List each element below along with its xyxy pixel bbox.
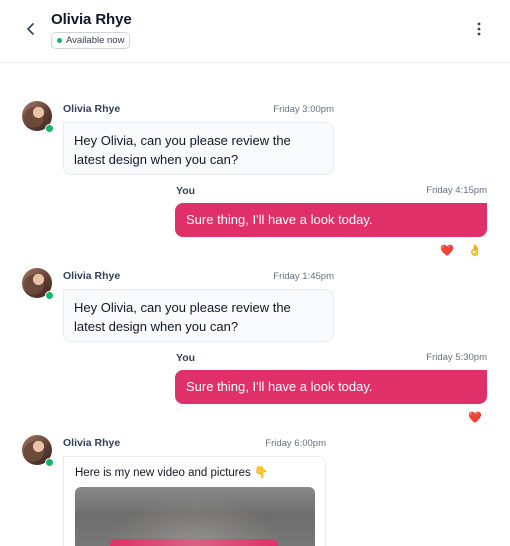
online-indicator-icon <box>45 124 54 133</box>
message-time: Friday 1:45pm <box>273 271 334 282</box>
message-sender: Olivia Rhye <box>63 437 121 449</box>
reaction-heart[interactable]: ❤️ <box>439 244 455 260</box>
media-message-text: Here is my new video and pictures 👇 <box>75 467 269 479</box>
online-indicator-icon <box>45 291 54 300</box>
message-bubble-incoming[interactable]: Hey Olivia, can you please review the la… <box>63 289 334 342</box>
status-text: Available now <box>66 35 125 46</box>
message-bubble-outgoing[interactable]: Sure thing, I'll have a look today. <box>175 370 487 404</box>
back-button[interactable] <box>22 19 40 39</box>
contact-name: Olivia Rhye <box>51 11 132 28</box>
more-vertical-icon <box>477 22 481 36</box>
message-sender: You <box>176 185 196 197</box>
media-message-card[interactable]: Here is my new video and pictures 👇 <box>63 456 326 546</box>
message-sender: You <box>176 352 196 364</box>
chevron-left-icon <box>27 23 34 35</box>
online-indicator-icon <box>45 458 54 467</box>
play-video-button[interactable] <box>110 539 278 546</box>
message-time: Friday 5:30pm <box>426 352 487 363</box>
video-thumbnail[interactable] <box>75 487 315 546</box>
message-time: Friday 6:00pm <box>265 438 326 449</box>
reaction-ok-hand[interactable]: 👌 <box>467 244 483 260</box>
reaction-heart[interactable]: ❤️ <box>467 411 483 427</box>
online-status-icon <box>57 38 62 43</box>
message-sender: Olivia Rhye <box>63 270 121 282</box>
message-bubble-incoming[interactable]: Hey Olivia, can you please review the la… <box>63 122 334 175</box>
message-time: Friday 3:00pm <box>273 104 334 115</box>
message-sender: Olivia Rhye <box>63 103 121 115</box>
status-badge: Available now <box>51 32 131 49</box>
more-options-button[interactable] <box>470 19 488 39</box>
message-time: Friday 4:15pm <box>426 185 487 196</box>
message-bubble-outgoing[interactable]: Sure thing, I'll have a look today. <box>175 203 487 237</box>
chat-header: Olivia Rhye Available now <box>0 0 510 63</box>
